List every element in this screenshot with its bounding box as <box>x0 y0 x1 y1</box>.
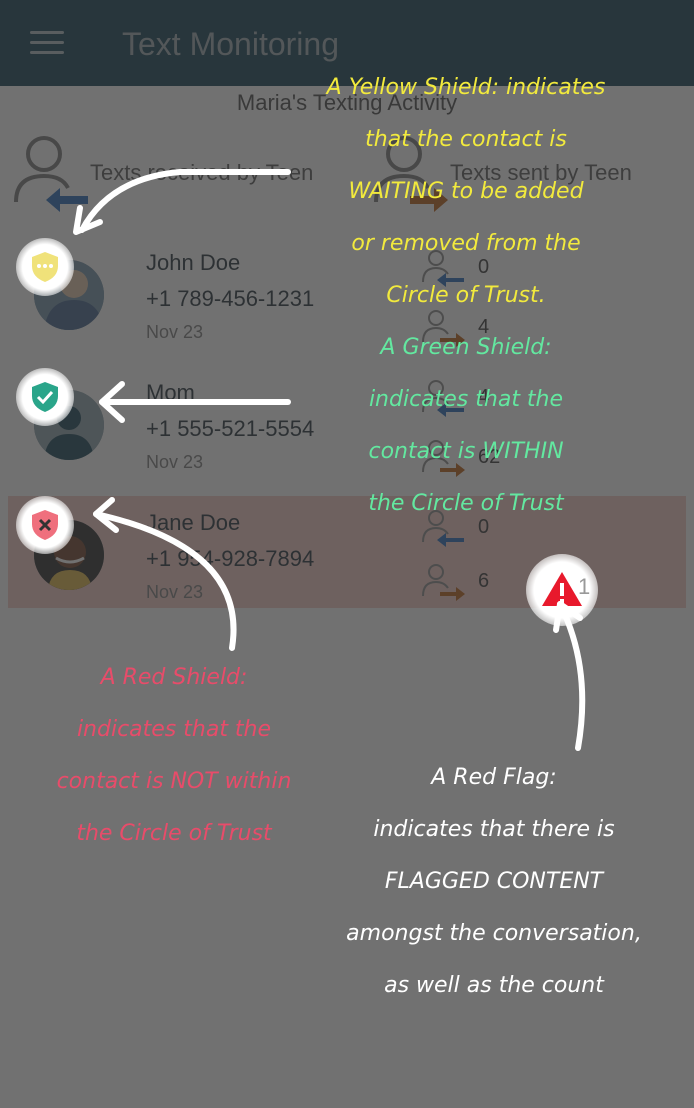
yellow-shield-icon <box>32 252 58 282</box>
flag-note-line: A Red Flag: <box>431 765 557 790</box>
shield-green-highlight <box>16 368 74 426</box>
red-shield-icon <box>32 510 58 540</box>
shield-yellow-highlight <box>16 238 74 296</box>
yellow-note-line: WAITING to be added <box>348 179 584 204</box>
sent-count-stat: 6 <box>420 562 540 602</box>
yellow-note-line: that the contact is <box>365 127 567 152</box>
yellow-note-line: or removed from the <box>351 231 581 256</box>
contact-date: Nov 23 <box>146 322 204 342</box>
hamburger-menu-icon[interactable] <box>30 31 64 55</box>
red-note-line: the Circle of Trust <box>76 821 272 846</box>
flag-note-line: FLAGGED CONTENT <box>384 869 604 894</box>
green-note-line: contact is WITHIN <box>368 439 564 464</box>
green-shield-icon <box>32 382 58 412</box>
flag-note-line: amongst the conversation, <box>346 921 642 946</box>
red-shield-note: A Red Shield: indicates that the contact… <box>24 652 324 860</box>
contact-date: Nov 23 <box>146 452 204 472</box>
received-column-label: Texts received by Teen <box>90 160 314 185</box>
received-column-header: Texts received by Teen <box>10 132 340 212</box>
yellow-note-line: A Yellow Shield: indicates <box>326 75 606 100</box>
green-note-line: indicates that the <box>368 387 564 412</box>
sent-count: 6 <box>478 570 490 592</box>
contact-name: John Doe <box>146 250 241 275</box>
yellow-note-line: Circle of Trust. <box>386 283 546 308</box>
yellow-shield-note: A Yellow Shield: indicates that the cont… <box>296 62 636 322</box>
sent-arrow-icon <box>422 564 465 601</box>
contact-phone: +1 789-456-1231 <box>146 286 315 311</box>
app-title: Text Monitoring <box>122 26 339 62</box>
green-shield-note: A Green Shield: indicates that the conta… <box>316 322 616 530</box>
contact-phone: +1 954-928-7894 <box>146 546 315 571</box>
red-note-line: contact is NOT within <box>56 769 292 794</box>
flag-note-line: as well as the count <box>384 973 604 998</box>
contact-name: Mom <box>146 380 195 405</box>
flag-count: 1 <box>578 574 591 599</box>
green-note-line: A Green Shield: <box>380 335 552 360</box>
shield-red-highlight <box>16 496 74 554</box>
flag-note-line: indicates that there is <box>373 817 615 842</box>
red-flag-note: A Red Flag: indicates that there is FLAG… <box>314 752 674 1012</box>
red-note-line: A Red Shield: <box>100 665 248 690</box>
received-person-icon <box>14 136 88 212</box>
red-note-line: indicates that the <box>76 717 272 742</box>
green-note-line: the Circle of Trust <box>368 491 564 516</box>
contact-phone: +1 555-521-5554 <box>146 416 315 441</box>
contact-date: Nov 23 <box>146 582 204 602</box>
contact-name: Jane Doe <box>146 510 241 535</box>
